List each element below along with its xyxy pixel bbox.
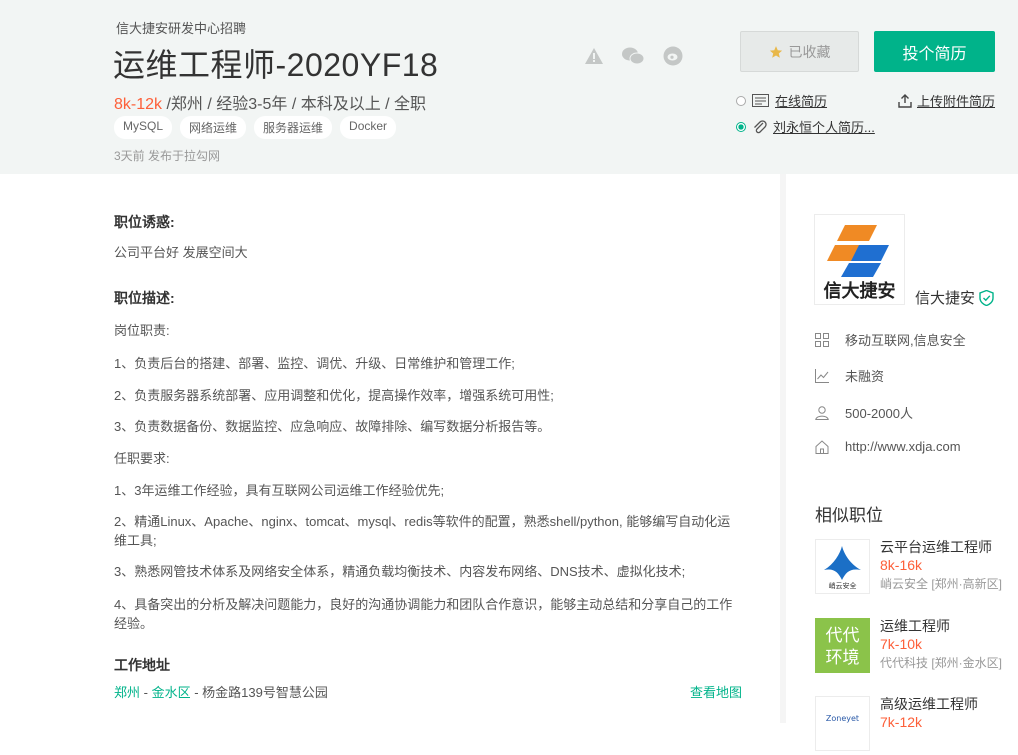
size-text: 500-2000人 [845,406,913,421]
trend-chart-icon [815,368,829,383]
description-title: 职位描述: [114,290,175,306]
tag-item[interactable]: MySQL [114,116,173,139]
tag-item[interactable]: 服务器运维 [254,116,333,139]
similar-job-salary: 8k-16k [880,557,923,573]
work-address: 郑州 - 金水区 - 杨金路139号智慧公园 [114,685,328,700]
requirement-item: 3、熟悉网管技术体系及网络安全体系，精通负载均衡技术、内容发布网络、DNS技术、… [114,564,686,579]
duty-item: 1、负责后台的搭建、部署、监控、调优、升级、日常维护和管理工作; [114,356,515,371]
similar-job-item[interactable]: Zoneyet 高级运维工程师 7k-12k [815,696,1018,751]
perks-title: 职位诱惑: [114,214,175,230]
funding-text: 未融资 [845,369,885,384]
resume-card-icon [752,94,769,107]
tag-item[interactable]: 网络运维 [180,116,247,139]
address-street: - 杨金路139号智慧公园 [190,685,328,700]
person-icon [815,405,829,420]
requirement-item: 4、具备突出的分析及解决问题能力，良好的沟通协调能力和团队合作意识，能够主动总结… [114,597,733,631]
tag-item[interactable]: Docker [340,116,397,139]
website-text[interactable]: http://www.xdja.com [845,439,961,454]
weibo-share-icon[interactable] [663,46,683,66]
attached-resume-radio[interactable] [736,121,746,132]
collect-button[interactable]: 已收藏 [740,31,859,72]
job-salary: 8k-12k [114,96,163,113]
online-resume-link[interactable]: 在线简历 [775,91,827,110]
similar-job-item[interactable]: 代代 环境 运维工程师 7k-10k 代代科技 [郑州·金水区] [815,618,1018,673]
company-name-text[interactable]: 信大捷安 [915,287,975,308]
company-name[interactable]: 信大捷安 [915,287,994,308]
requirement-item: 2、精通Linux、Apache、nginx、tomcat、mysql、redi… [114,514,731,548]
company-logo[interactable]: 信大捷安 [814,214,905,305]
similar-job-logo[interactable]: Zoneyet [815,696,870,751]
similar-job-logo[interactable]: 峭云安全 [815,539,870,594]
similar-job-title[interactable]: 运维工程师 [880,616,950,636]
similar-job-salary: 7k-10k [880,636,923,652]
paperclip-icon [754,120,767,134]
home-icon [815,439,829,454]
online-resume-radio[interactable] [736,95,746,106]
similar-job-company: 代代科技 [郑州·金水区] [880,656,1002,670]
similar-jobs-title: 相似职位 [815,506,883,525]
requirement-item: 1、3年运维工作经验，具有互联网公司运维工作经验优先; [114,483,445,498]
similar-job-logo-text: 峭云安全 [829,581,857,590]
address-city-link[interactable]: 郑州 [114,685,140,700]
similar-job-title[interactable]: 高级运维工程师 [880,694,978,714]
company-website[interactable]: http://www.xdja.com [815,439,961,454]
similar-job-title[interactable]: 云平台运维工程师 [880,537,992,557]
wechat-share-icon[interactable] [622,47,644,65]
company-recruiting-line[interactable]: 信大捷安研发中心招聘 [116,18,246,37]
company-logo-text: 信大捷安 [824,280,896,302]
similar-job-logo-text: Zoneyet [826,714,859,723]
job-meta: 8k-12k /郑州 / 经验3-5年 / 本科及以上 / 全职 [114,90,426,114]
attached-resume-option[interactable]: 刘永恒个人简历... [736,117,875,136]
apply-button[interactable]: 投个简历 [874,31,995,72]
share-icons [585,46,683,66]
grid-icon [815,332,829,347]
address-district-link[interactable]: 金水区 [152,685,191,700]
posted-info: 3天前 发布于拉勾网 [114,149,221,163]
address-title: 工作地址 [114,657,170,673]
similar-job-company: 峭云安全 [郑州·高新区] [880,577,1002,591]
perks-text: 公司平台好 发展空间大 [114,245,248,260]
similar-job-logo-mark: Zoneyet [826,714,859,723]
job-tags: MySQL 网络运维 服务器运维 Docker [114,116,397,139]
upload-resume-link[interactable]: 上传附件简历 [898,91,995,110]
company-size: 500-2000人 [815,403,913,422]
duty-item: 2、负责服务器系统部署、应用调整和优化，提高操作效率，增强系统可用性; [114,388,554,403]
verified-shield-icon [979,289,994,306]
similar-job-logo-text: 代代 [826,626,860,646]
duty-item: 3、负责数据备份、数据监控、应急响应、故障排除、编写数据分析报告等。 [114,419,551,434]
upload-icon [898,93,912,108]
company-logo-mark: 信大捷安 [824,225,896,302]
duty-title: 岗位职责: [114,323,170,338]
company-industry: 移动互联网,信息安全 [815,330,966,349]
report-warning-icon[interactable] [585,48,603,64]
column-divider [780,174,786,723]
job-meta-details: /郑州 / 经验3-5年 / 本科及以上 / 全职 [162,96,427,113]
collect-label: 已收藏 [788,43,831,60]
requirement-title: 任职要求: [114,451,170,466]
view-map-link[interactable]: 查看地图 [690,682,742,701]
job-title: 运维工程师-2020YF18 [113,47,439,83]
similar-job-logo-text: 环境 [826,648,860,668]
similar-job-logo[interactable]: 代代 环境 [815,618,870,673]
job-header: 信大捷安研发中心招聘 运维工程师-2020YF18 8k-12k /郑州 / 经… [0,0,1018,174]
star-icon [769,45,782,58]
similar-job-item[interactable]: 峭云安全 云平台运维工程师 8k-16k 峭云安全 [郑州·高新区] [815,539,1018,594]
similar-job-logo-mark: 峭云安全 [824,546,861,590]
upload-label: 上传附件简历 [917,94,996,109]
industry-text: 移动互联网,信息安全 [845,333,966,348]
similar-job-logo-mark: 代代 环境 [826,626,860,668]
attached-resume-link[interactable]: 刘永恒个人简历... [773,117,875,136]
online-resume-option[interactable]: 在线简历 [736,91,827,110]
company-funding: 未融资 [815,366,884,385]
similar-job-salary: 7k-12k [880,714,923,730]
